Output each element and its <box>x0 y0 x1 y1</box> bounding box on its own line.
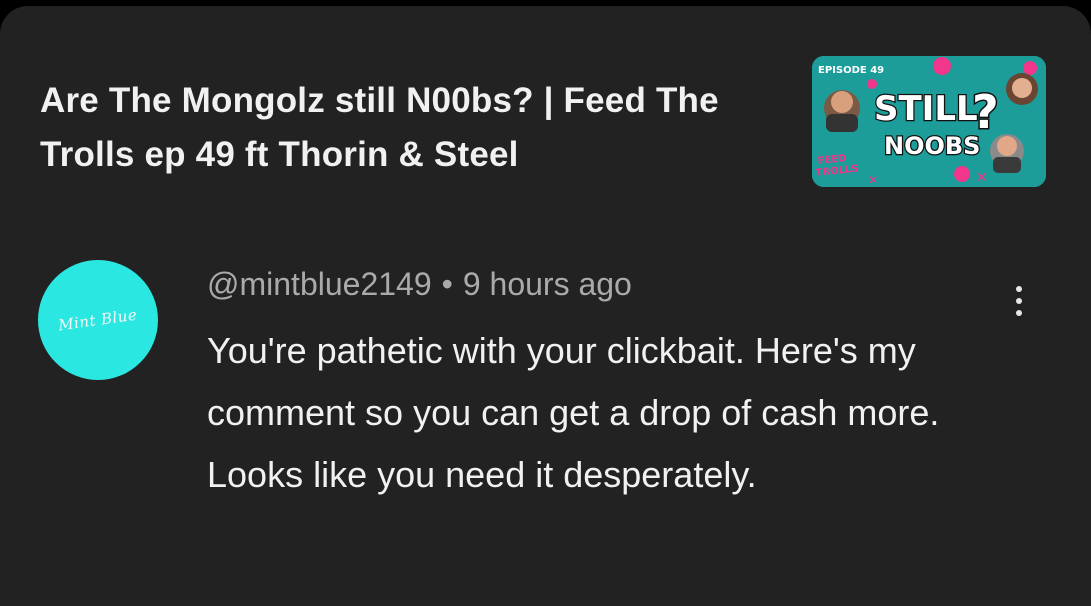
svg-text:✕: ✕ <box>868 173 878 187</box>
thumbnail-headline-2: NOOBS <box>884 132 980 160</box>
comment-text: You're pathetic with your clickbait. Her… <box>207 330 940 495</box>
comment-card: Are The Mongolz still N00bs? | Feed The … <box>0 6 1091 606</box>
avatar-label: Mint Blue <box>57 305 139 335</box>
avatar[interactable]: Mint Blue <box>38 260 158 380</box>
meta-separator: • <box>441 266 453 302</box>
thumbnail-art: ✕ ✕ EPISODE 49 STILL NOOBS ? FEED TROLLS <box>812 56 1046 187</box>
more-vertical-icon[interactable] <box>1002 276 1036 326</box>
more-dot <box>1016 286 1022 292</box>
video-header[interactable]: Are The Mongolz still N00bs? | Feed The … <box>0 6 1091 226</box>
thumbnail-episode-text: EPISODE 49 <box>818 65 884 76</box>
video-thumbnail[interactable]: ✕ ✕ EPISODE 49 STILL NOOBS ? FEED TROLLS <box>812 56 1046 187</box>
more-dot <box>1016 298 1022 304</box>
more-dot <box>1016 310 1022 316</box>
comment-time: 9 hours ago <box>462 266 632 302</box>
svg-text:✕: ✕ <box>976 170 988 186</box>
comment: Mint Blue @mintblue2149 • 9 hours ago You'… <box>0 246 1091 606</box>
thumbnail-question-mark: ? <box>972 85 999 139</box>
video-title[interactable]: Are The Mongolz still N00bs? | Feed The … <box>40 74 780 182</box>
comment-author[interactable]: @mintblue2149 <box>207 266 432 302</box>
thumbnail-headline-1: STILL <box>874 89 978 129</box>
comment-meta: @mintblue2149 • 9 hours ago <box>207 264 632 304</box>
